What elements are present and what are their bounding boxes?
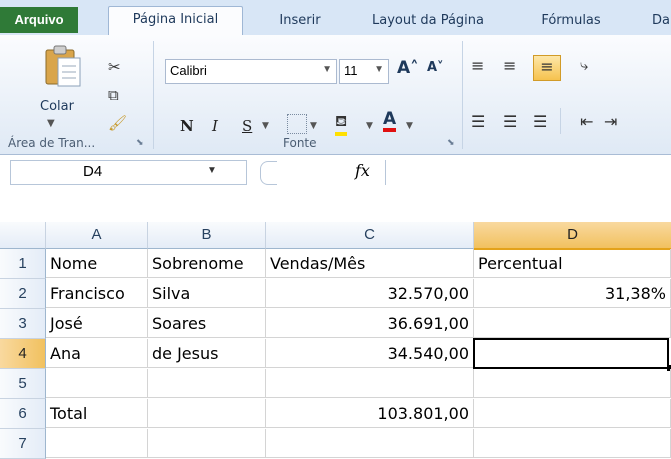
cell-b7[interactable] xyxy=(148,429,266,458)
align-right-icon[interactable]: ☰ xyxy=(533,112,547,131)
italic-button[interactable]: I xyxy=(212,117,218,135)
font-color-icon[interactable]: A xyxy=(383,110,397,132)
dialog-launcher-icon[interactable]: ⬊ xyxy=(447,138,455,148)
font-name-select[interactable]: Calibri ▼ xyxy=(165,59,337,84)
cell-b1[interactable]: Sobrenome xyxy=(148,249,266,278)
tab-page-layout[interactable]: Layout da Página xyxy=(358,8,498,34)
row-header-1[interactable]: 1 xyxy=(0,249,46,279)
cell-b2[interactable]: Silva xyxy=(148,279,266,308)
align-top-icon[interactable]: ≡ xyxy=(471,56,484,75)
cell-a6[interactable]: Total xyxy=(46,399,148,428)
borders-dropdown-arrow[interactable]: ▼ xyxy=(310,121,317,131)
cell-c3[interactable]: 36.691,00 xyxy=(266,309,474,338)
cell-d3[interactable] xyxy=(474,309,671,338)
align-center-icon[interactable]: ☰ xyxy=(503,112,517,131)
grow-font-icon[interactable]: A˄ xyxy=(397,58,419,78)
insert-function-button[interactable]: fx xyxy=(355,161,370,180)
fill-color-dropdown-arrow[interactable]: ▼ xyxy=(366,121,373,131)
dialog-launcher-icon[interactable]: ⬊ xyxy=(136,138,144,148)
ribbon-separator xyxy=(462,41,463,149)
name-box-value: D4 xyxy=(83,163,103,180)
cell-a3[interactable]: José xyxy=(46,309,148,338)
orientation-icon[interactable]: ⤷ xyxy=(580,56,588,74)
cell-c7[interactable] xyxy=(266,429,474,458)
cell-d5[interactable] xyxy=(474,369,671,398)
cell-d6[interactable] xyxy=(474,399,671,428)
column-header-b[interactable]: B xyxy=(148,222,266,249)
ribbon xyxy=(0,35,671,155)
cell-c6[interactable]: 103.801,00 xyxy=(266,399,474,428)
column-header-c[interactable]: C xyxy=(266,222,474,249)
formula-bar-divider xyxy=(260,161,277,185)
sheet-spacer xyxy=(0,186,671,222)
underline-dropdown-arrow[interactable]: ▼ xyxy=(262,121,269,131)
ribbon-separator xyxy=(153,41,154,149)
underline-button[interactable]: S xyxy=(242,117,252,135)
cell-c2[interactable]: 32.570,00 xyxy=(266,279,474,308)
cut-icon[interactable]: ✂ xyxy=(108,58,121,76)
select-all-corner[interactable] xyxy=(0,222,46,249)
cell-c5[interactable] xyxy=(266,369,474,398)
decrease-indent-icon[interactable]: ⇤ xyxy=(580,112,593,131)
chevron-down-icon[interactable]: ▼ xyxy=(207,165,217,176)
column-header-a[interactable]: A xyxy=(46,222,148,249)
format-painter-icon[interactable]: 🖌 xyxy=(108,114,127,132)
bold-button[interactable]: N xyxy=(180,117,194,135)
row-header-5[interactable]: 5 xyxy=(0,369,46,399)
clipboard-paste-icon[interactable] xyxy=(44,44,82,88)
cell-b5[interactable] xyxy=(148,369,266,398)
tab-formulas[interactable]: Fórmulas xyxy=(526,8,616,34)
shrink-font-icon[interactable]: A˅ xyxy=(427,60,444,75)
chevron-down-icon: ▼ xyxy=(322,64,332,75)
font-group-label: Fonte xyxy=(283,136,317,150)
cell-d7[interactable] xyxy=(474,429,671,458)
cell-a5[interactable] xyxy=(46,369,148,398)
cell-a7[interactable] xyxy=(46,429,148,458)
align-middle-icon[interactable]: ≡ xyxy=(503,56,516,75)
paste-button[interactable]: Colar xyxy=(40,99,74,114)
cell-b6[interactable] xyxy=(148,399,266,428)
clipboard-group-label: Área de Tran... xyxy=(8,136,96,150)
tab-home[interactable]: Página Inicial xyxy=(108,6,243,37)
borders-icon[interactable] xyxy=(287,114,307,134)
cell-a4[interactable]: Ana xyxy=(46,339,148,368)
cell-d4-active[interactable] xyxy=(473,338,669,369)
tab-insert[interactable]: Inserir xyxy=(265,8,335,34)
cell-c1[interactable]: Vendas/Mês xyxy=(266,249,474,278)
cell-a1[interactable]: Nome xyxy=(46,249,148,278)
align-bottom-icon[interactable]: ≡ xyxy=(533,55,561,81)
cell-b4[interactable]: de Jesus xyxy=(148,339,266,368)
fill-color-icon[interactable]: ⛾ xyxy=(335,112,348,136)
column-header-d[interactable]: D xyxy=(474,222,671,250)
font-size-value: 11 xyxy=(344,63,358,78)
chevron-down-icon: ▼ xyxy=(374,64,384,75)
cell-a2[interactable]: Francisco xyxy=(46,279,148,308)
tab-data[interactable]: Da xyxy=(652,8,671,34)
font-size-select[interactable]: 11 ▼ xyxy=(339,59,389,84)
cell-c4[interactable]: 34.540,00 xyxy=(266,339,474,368)
increase-indent-icon[interactable]: ⇥ xyxy=(604,112,617,131)
align-left-icon[interactable]: ☰ xyxy=(471,112,485,131)
row-header-2[interactable]: 2 xyxy=(0,279,46,309)
copy-icon[interactable]: ⧉ xyxy=(108,86,119,104)
row-header-3[interactable]: 3 xyxy=(0,309,46,339)
ribbon-separator xyxy=(560,108,561,134)
font-name-value: Calibri xyxy=(170,63,207,78)
cell-d1[interactable]: Percentual xyxy=(474,249,671,278)
cell-d2[interactable]: 31,38% xyxy=(474,279,671,308)
tab-file[interactable]: Arquivo xyxy=(0,7,78,33)
cell-b3[interactable]: Soares xyxy=(148,309,266,338)
paste-dropdown-arrow[interactable]: ▼ xyxy=(47,118,55,129)
row-header-4[interactable]: 4 xyxy=(0,339,46,369)
font-color-dropdown-arrow[interactable]: ▼ xyxy=(406,121,413,131)
formula-input[interactable] xyxy=(385,160,671,185)
name-box[interactable]: D4 ▼ xyxy=(10,160,247,185)
row-header-6[interactable]: 6 xyxy=(0,399,46,429)
